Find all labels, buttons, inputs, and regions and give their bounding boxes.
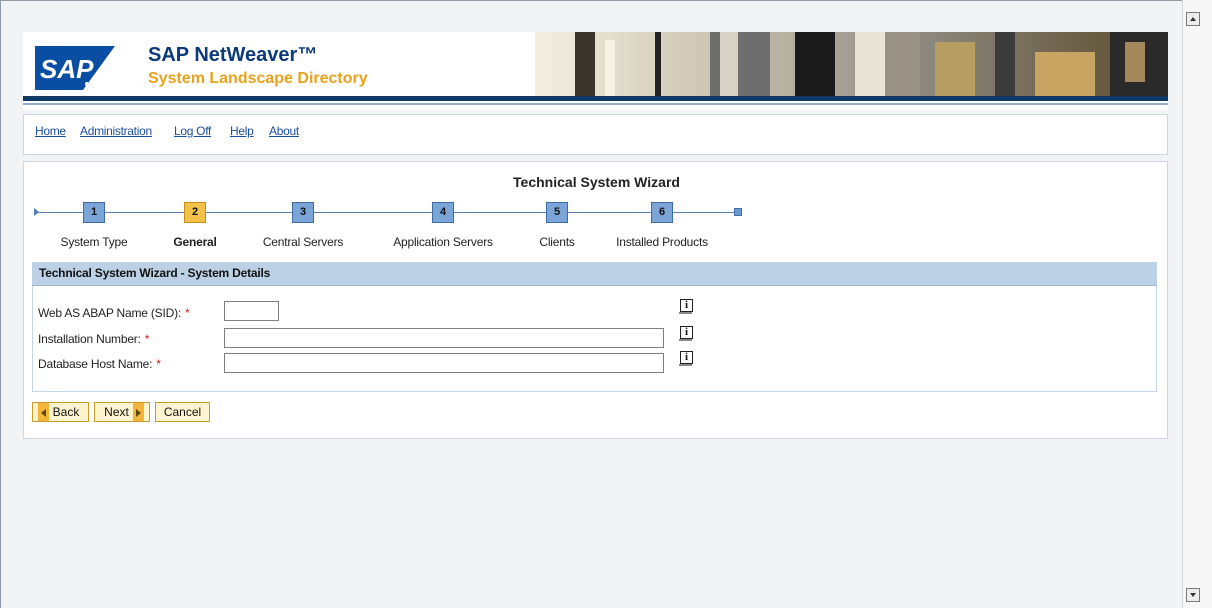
installation-number-label: Installation Number: * <box>38 332 150 346</box>
scroll-down-arrow-icon[interactable] <box>1186 588 1200 602</box>
sid-info-icon[interactable]: i <box>679 299 693 314</box>
step-1-label: System Type <box>60 235 128 249</box>
step-3-label: Central Servers <box>262 235 344 249</box>
step-5-label: Clients <box>539 235 575 249</box>
header-divider <box>23 96 1168 101</box>
brand-subtitle: System Landscape Directory <box>148 70 368 87</box>
back-button[interactable]: Back <box>32 402 89 422</box>
required-marker: * <box>144 332 150 346</box>
step-1-box[interactable]: 1 <box>83 202 105 223</box>
required-marker: * <box>156 357 161 371</box>
database-host-info-icon[interactable]: i <box>679 351 693 366</box>
installation-number-info-icon[interactable]: i <box>679 326 693 341</box>
next-button[interactable]: Next <box>94 402 150 422</box>
nav-link-about[interactable]: About <box>269 124 299 138</box>
back-label: Back <box>52 405 80 419</box>
sid-input[interactable] <box>224 301 279 321</box>
sid-label: Web AS ABAP Name (SID): * <box>38 306 190 320</box>
brand-title: SAP NetWeaver™ <box>148 44 318 66</box>
step-6-label: Installed Products <box>616 235 708 249</box>
section-title: Technical System Wizard - System Details <box>39 266 271 280</box>
cancel-label: Cancel <box>163 405 202 419</box>
step-3-box[interactable]: 3 <box>292 202 314 223</box>
nav-link-administration[interactable]: Administration <box>80 124 152 138</box>
page-header: SAP SAP NetWeaver™ System Landscape Dire… <box>23 32 1168 110</box>
browser-content-area: SAP SAP NetWeaver™ System Landscape Dire… <box>0 0 1182 608</box>
wizard-panel: Technical System Wizard 1 2 3 4 5 6 Syst… <box>23 161 1168 439</box>
step-2-label: General <box>173 235 217 249</box>
installation-number-input[interactable] <box>224 328 664 348</box>
wizard-title: Technical System Wizard <box>513 174 680 190</box>
scroll-up-arrow-icon[interactable] <box>1186 12 1200 26</box>
sap-logo: SAP <box>35 46 115 90</box>
next-arrow-icon <box>132 403 144 421</box>
back-arrow-icon <box>37 403 49 421</box>
nav-link-home[interactable]: Home <box>35 124 66 138</box>
step-4-box[interactable]: 4 <box>432 202 454 223</box>
header-banner-image <box>535 32 1168 98</box>
step-4-label: Application Servers <box>393 235 493 249</box>
header-divider-light <box>23 103 1168 105</box>
system-details-form: Web AS ABAP Name (SID): * i Installation … <box>32 286 1157 392</box>
roadmap-end-marker-icon <box>734 208 742 216</box>
cancel-button[interactable]: Cancel <box>155 402 210 422</box>
roadmap-line <box>38 212 738 213</box>
database-host-label: Database Host Name: * <box>38 357 161 371</box>
vertical-scrollbar[interactable] <box>1182 0 1212 608</box>
logo-text: SAP <box>40 54 94 84</box>
step-6-box[interactable]: 6 <box>651 202 673 223</box>
section-header: Technical System Wizard - System Details <box>32 262 1157 286</box>
nav-link-log-off[interactable]: Log Off <box>174 124 211 138</box>
step-2-box[interactable]: 2 <box>184 202 206 223</box>
top-navigation: Home Administration Log Off Help About <box>23 114 1168 155</box>
next-label: Next <box>104 405 129 419</box>
database-host-input[interactable] <box>224 353 664 373</box>
required-marker: * <box>185 306 190 320</box>
step-5-box[interactable]: 5 <box>546 202 568 223</box>
nav-link-help[interactable]: Help <box>230 124 254 138</box>
